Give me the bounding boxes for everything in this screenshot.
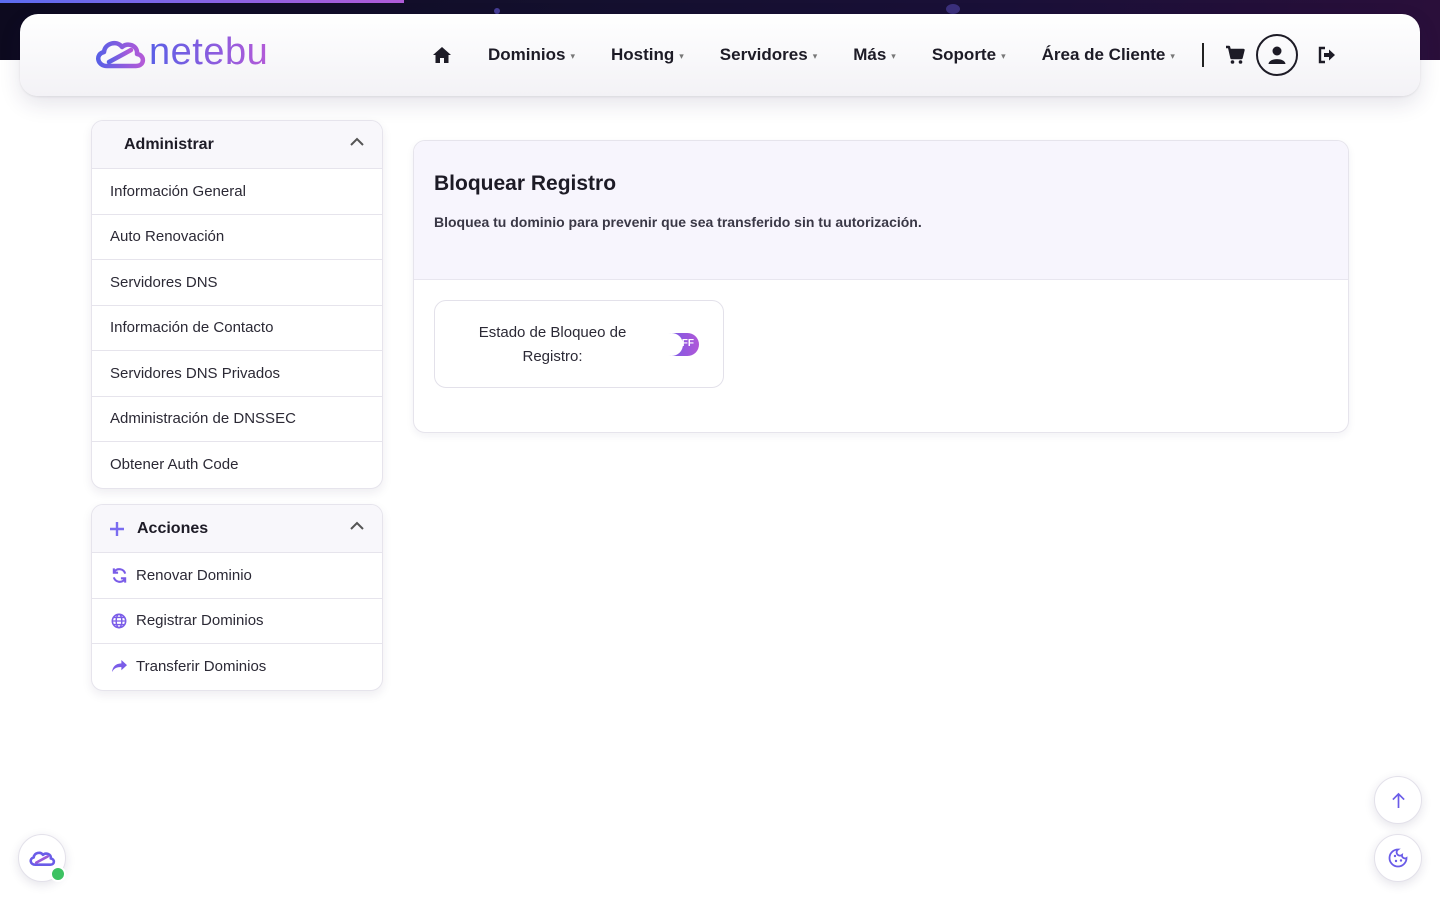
page-title: Bloquear Registro (434, 172, 617, 195)
sidebar-item-label: Obtener Auth Code (110, 456, 239, 474)
share-arrow-icon (110, 658, 128, 676)
home-icon[interactable] (432, 44, 454, 66)
chevron-up-icon[interactable] (350, 521, 364, 531)
registrar-lock-card: Bloquear Registro Bloquea tu dominio par… (413, 140, 1349, 433)
cart-icon[interactable] (1225, 45, 1245, 65)
actions-panel-header[interactable]: Acciones (92, 505, 382, 553)
cookie-settings-button[interactable] (1374, 834, 1422, 882)
nav-label: Hosting (610, 45, 675, 64)
card-header: Bloquear Registro Bloquea tu dominio par… (414, 141, 1348, 280)
sidebar-item-label: Servidores DNS Privados (110, 364, 281, 382)
logout-icon[interactable] (1317, 45, 1337, 65)
caret-down-icon: ▾ (1170, 50, 1175, 61)
action-renovar-dominio[interactable]: Renovar Dominio (92, 553, 382, 599)
caret-down-icon: ▾ (891, 50, 896, 61)
plus-icon (110, 521, 124, 536)
sidebar-item-informacion-contacto[interactable]: Información de Contacto (92, 306, 382, 351)
decor-star (946, 4, 960, 14)
globe-icon (110, 612, 128, 630)
nav-mas[interactable]: Más ▾ (853, 45, 896, 65)
user-icon (1268, 46, 1286, 64)
sidebar-item-servidores-dns[interactable]: Servidores DNS (92, 260, 382, 306)
actions-panel: Acciones Renovar Dominio Registrar Domin… (91, 504, 383, 691)
caret-down-icon: ▾ (679, 50, 684, 61)
lock-status-box: Estado de Bloqueo de Registro: OFF (434, 300, 724, 388)
nav-servidores[interactable]: Servidores ▾ (720, 45, 817, 65)
chevron-up-icon[interactable] (350, 137, 364, 147)
nav-label: Área de Cliente (1041, 45, 1166, 64)
action-label: Registrar Dominios (136, 612, 264, 630)
nav-label: Servidores (719, 45, 808, 64)
nav-label: Dominios (488, 45, 566, 64)
caret-down-icon: ▾ (1001, 50, 1006, 61)
actions-panel-title: Acciones (137, 519, 209, 537)
cookie-icon (1388, 848, 1408, 868)
action-registrar-dominios[interactable]: Registrar Dominios (92, 599, 382, 644)
sidebar-item-informacion-general[interactable]: Información General (92, 169, 382, 215)
nav-label: Más (853, 45, 887, 64)
brand-name: netebu (149, 30, 269, 73)
sidebar-item-dnssec[interactable]: Administración de DNSSEC (92, 397, 382, 442)
caret-down-icon: ▾ (570, 50, 575, 61)
main-nav: Dominios ▾ Hosting ▾ Servidores ▾ Más ▾ … (432, 14, 1211, 96)
nav-area-cliente[interactable]: Área de Cliente ▾ (1042, 45, 1175, 65)
user-avatar-button[interactable] (1256, 34, 1298, 76)
arrow-up-icon (1391, 792, 1405, 808)
nav-soporte[interactable]: Soporte ▾ (932, 45, 1006, 65)
action-label: Transferir Dominios (136, 658, 267, 676)
top-accent-line (0, 0, 404, 3)
sidebar-item-label: Servidores DNS (110, 273, 218, 291)
sidebar-item-label: Administración de DNSSEC (110, 410, 296, 428)
lock-status-toggle[interactable]: OFF (660, 333, 699, 356)
action-transferir-dominios[interactable]: Transferir Dominios (92, 644, 382, 690)
whatsapp-icon (50, 866, 66, 882)
sidebar-item-label: Auto Renovación (110, 228, 225, 246)
cloud-logo-icon (96, 40, 146, 69)
brand-logo[interactable]: netebu (93, 30, 269, 74)
action-label: Renovar Dominio (136, 566, 252, 584)
sidebar-item-dns-privados[interactable]: Servidores DNS Privados (92, 351, 382, 397)
site-header: netebu Dominios ▾ Hosting ▾ Servidores ▾… (20, 14, 1420, 96)
caret-down-icon: ▾ (812, 50, 818, 61)
sidebar-item-label: Información General (110, 182, 246, 200)
sidebar-item-auto-renovacion[interactable]: Auto Renovación (92, 215, 382, 260)
manage-panel-header[interactable]: Administrar (92, 121, 382, 169)
sidebar-item-auth-code[interactable]: Obtener Auth Code (92, 442, 382, 488)
manage-panel: Administrar Información General Auto Ren… (91, 120, 383, 489)
refresh-icon (110, 566, 128, 584)
lock-status-label: Estado de Bloqueo de Registro: (478, 324, 627, 365)
page-description: Bloquea tu dominio para prevenir que sea… (434, 214, 922, 230)
nav-label: Soporte (931, 45, 997, 64)
sidebar-item-label: Información de Contacto (110, 319, 274, 337)
toggle-state-text: OFF (674, 338, 694, 349)
cloud-logo-icon (29, 851, 56, 866)
nav-dominios[interactable]: Dominios ▾ (488, 45, 575, 65)
scroll-top-button[interactable] (1374, 776, 1422, 824)
manage-panel-title: Administrar (124, 135, 214, 153)
nav-hosting[interactable]: Hosting ▾ (611, 45, 684, 65)
nav-divider (1202, 43, 1204, 67)
